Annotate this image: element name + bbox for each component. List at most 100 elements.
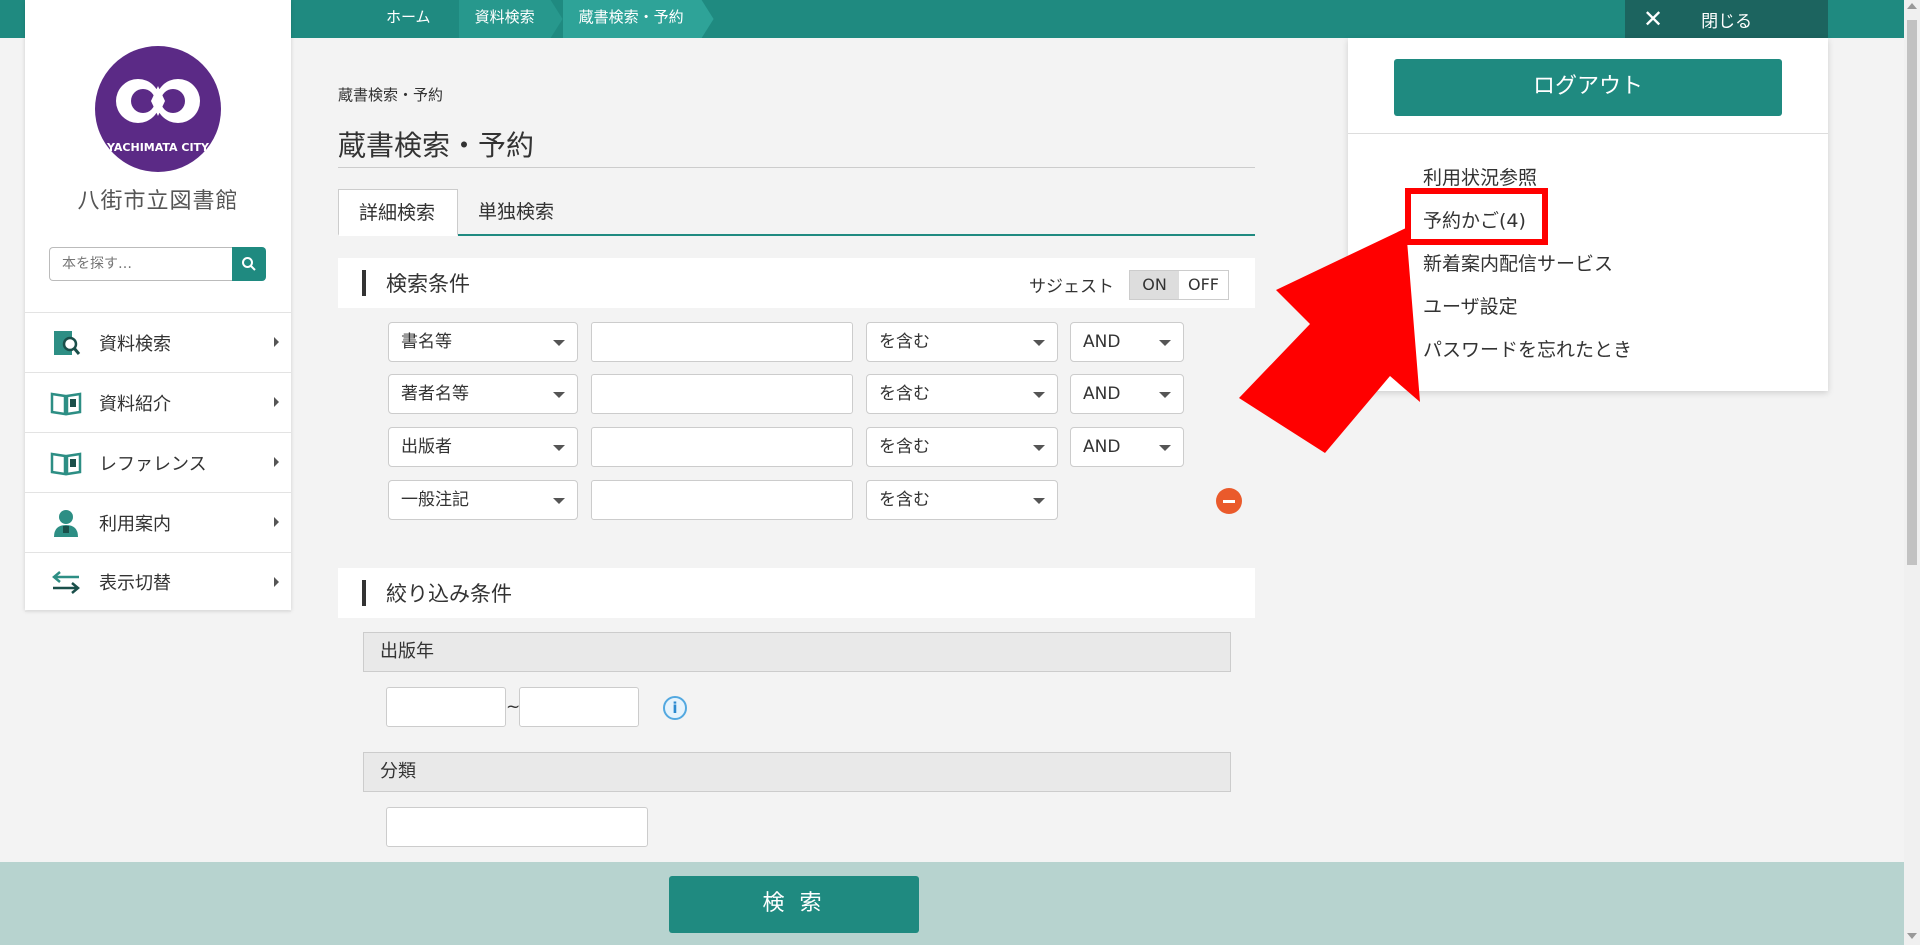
filters-header: 絞り込み条件: [338, 568, 1255, 618]
sidebar-item-label: 利用案内: [99, 513, 171, 535]
chevron-down-icon: [1033, 445, 1045, 451]
sidebar-item-guide[interactable]: 利用案内: [25, 492, 291, 552]
operator-select[interactable]: AND: [1070, 322, 1184, 362]
chevron-down-icon: [553, 445, 565, 451]
chevron-down-icon: [1159, 392, 1171, 398]
library-name: 八街市立図書館: [77, 189, 239, 214]
bottom-action-bar: [0, 862, 1904, 945]
match-select-value: を含む: [879, 384, 930, 404]
sidebar-search-input[interactable]: [49, 247, 232, 281]
sidebar-item-label: 資料紹介: [99, 393, 171, 415]
tab-single-search[interactable]: 単独検索: [458, 189, 574, 236]
book-search-icon: [49, 328, 83, 358]
field-select-value: 書名等: [401, 332, 452, 352]
search-icon: [242, 257, 256, 271]
publication-year-label: 出版年: [363, 632, 1231, 672]
logo-emblem-icon: [116, 79, 200, 123]
chevron-down-icon: [1033, 498, 1045, 504]
suggest-off-button[interactable]: OFF: [1179, 271, 1228, 299]
open-book-icon: [49, 448, 83, 478]
breadcrumb-current: 蔵書検索・予約: [563, 0, 714, 38]
logo-caption: YACHIMATA CITY: [106, 141, 210, 154]
close-label: 閉じる: [1701, 11, 1753, 32]
panel-divider: [1348, 133, 1828, 134]
match-select[interactable]: を含む: [866, 427, 1058, 467]
operator-select-value: AND: [1083, 384, 1121, 404]
field-select[interactable]: 一般注記: [388, 480, 578, 520]
chevron-right-icon: [274, 517, 279, 527]
sidebar-item-display-switch[interactable]: 表示切替: [25, 552, 291, 612]
open-book-icon: [49, 388, 83, 418]
sidebar-item-label: レファレンス: [99, 453, 207, 475]
page-breadcrumb: 蔵書検索・予約: [338, 86, 444, 104]
year-from-input[interactable]: [386, 687, 506, 727]
match-select[interactable]: を含む: [866, 374, 1058, 414]
scroll-down-icon[interactable]: [1907, 933, 1917, 939]
section-bar: [362, 270, 366, 296]
person-icon: [49, 508, 83, 538]
suggest-on-button[interactable]: ON: [1130, 271, 1179, 299]
menu-item-forgot-password[interactable]: パスワードを忘れたとき: [1423, 334, 1632, 377]
scroll-up-icon[interactable]: [1907, 3, 1917, 9]
sidebar-item-material-intro[interactable]: 資料紹介: [25, 372, 291, 432]
sidebar-item-reference[interactable]: レファレンス: [25, 432, 291, 492]
year-to-input[interactable]: [519, 687, 639, 727]
chevron-right-icon: [274, 397, 279, 407]
minus-icon: [1223, 499, 1235, 503]
menu-item-new-arrival-service[interactable]: 新着案内配信サービス: [1423, 248, 1632, 291]
keyword-input[interactable]: [591, 480, 853, 520]
chevron-down-icon: [1159, 340, 1171, 346]
breadcrumb-home[interactable]: ホーム: [370, 0, 459, 38]
chevron-down-icon: [553, 392, 565, 398]
operator-select-value: AND: [1083, 332, 1121, 352]
remove-row-button[interactable]: [1216, 488, 1242, 514]
search-tabs: 詳細検索 単独検索: [338, 189, 1255, 236]
red-arrow-icon: [1239, 228, 1420, 453]
match-select-value: を含む: [879, 437, 930, 457]
title-divider: [338, 167, 1255, 168]
classification-input[interactable]: [386, 807, 648, 847]
field-select-value: 著者名等: [401, 384, 469, 404]
menu-item-user-settings[interactable]: ユーザ設定: [1423, 291, 1632, 334]
chevron-right-icon: [274, 457, 279, 467]
chevron-down-icon: [1033, 392, 1045, 398]
info-icon[interactable]: i: [663, 696, 687, 720]
field-select-value: 出版者: [401, 437, 452, 457]
match-select[interactable]: を含む: [866, 322, 1058, 362]
chevron-down-icon: [553, 340, 565, 346]
classification-label: 分類: [363, 752, 1231, 792]
keyword-input[interactable]: [591, 427, 853, 467]
match-select[interactable]: を含む: [866, 480, 1058, 520]
breadcrumb: ホーム 資料検索 蔵書検索・予約: [370, 0, 714, 38]
tab-detailed-search[interactable]: 詳細検索: [338, 189, 458, 236]
chevron-right-icon: [274, 337, 279, 347]
chevron-right-icon: [274, 577, 279, 587]
operator-select[interactable]: AND: [1070, 374, 1184, 414]
keyword-input[interactable]: [591, 322, 853, 362]
logout-button[interactable]: ログアウト: [1394, 59, 1782, 116]
search-button[interactable]: 検 索: [669, 876, 919, 933]
field-select[interactable]: 出版者: [388, 427, 578, 467]
operator-select[interactable]: AND: [1070, 427, 1184, 467]
library-logo[interactable]: YACHIMATA CITY: [95, 46, 221, 172]
filters-heading: 絞り込み条件: [386, 582, 512, 606]
conditions-heading: 検索条件: [386, 272, 470, 296]
keyword-input[interactable]: [591, 374, 853, 414]
sidebar-search-button[interactable]: [232, 247, 266, 281]
field-select[interactable]: 著者名等: [388, 374, 578, 414]
sidebar-item-material-search[interactable]: 資料検索: [25, 312, 291, 372]
sidebar-item-label: 表示切替: [99, 573, 171, 594]
page-title: 蔵書検索・予約: [338, 129, 535, 162]
scrollbar[interactable]: [1904, 0, 1920, 945]
match-select-value: を含む: [879, 490, 930, 510]
chevron-down-icon: [1159, 445, 1171, 451]
section-bar: [362, 580, 366, 606]
sidebar-search: [49, 247, 266, 281]
breadcrumb-material-search[interactable]: 資料検索: [459, 0, 563, 38]
scrollbar-thumb[interactable]: [1907, 20, 1917, 565]
suggest-label: サジェスト: [1029, 277, 1114, 297]
close-button[interactable]: ✕ 閉じる: [1625, 0, 1828, 38]
sidebar-nav: 資料検索 資料紹介 レファレンス 利用案内 表示切替: [25, 312, 291, 612]
suggest-toggle: ON OFF: [1129, 270, 1229, 300]
field-select[interactable]: 書名等: [388, 322, 578, 362]
